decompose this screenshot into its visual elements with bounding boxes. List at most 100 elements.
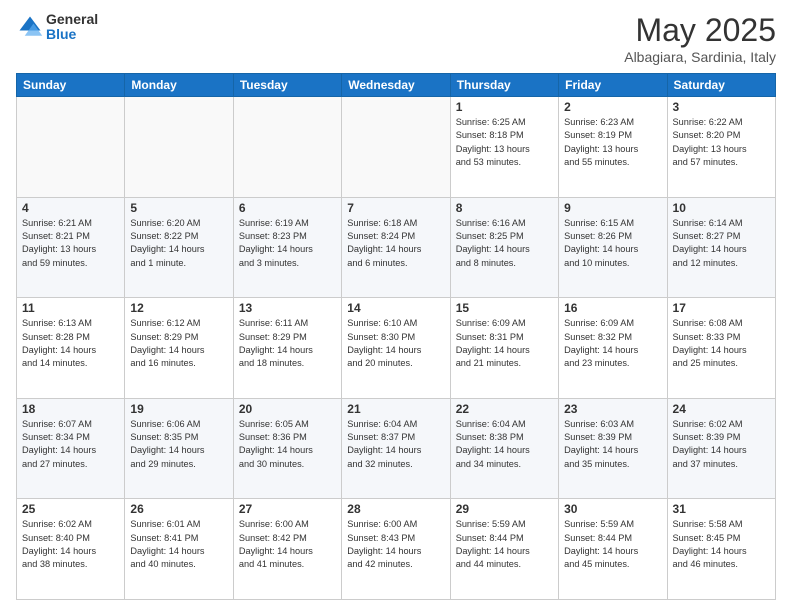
weekday-header-row: SundayMondayTuesdayWednesdayThursdayFrid… — [17, 74, 776, 97]
calendar-cell: 10 Sunrise: 6:14 AM Sunset: 8:27 PM Dayli… — [667, 197, 775, 298]
calendar-cell: 6 Sunrise: 6:19 AM Sunset: 8:23 PM Daylig… — [233, 197, 341, 298]
day-number: 15 — [456, 301, 553, 315]
calendar-cell: 25 Sunrise: 6:02 AM Sunset: 8:40 PM Dayli… — [17, 499, 125, 600]
day-info: Sunrise: 6:07 AM Sunset: 8:34 PM Dayligh… — [22, 418, 119, 471]
day-info: Sunrise: 6:02 AM Sunset: 8:40 PM Dayligh… — [22, 518, 119, 571]
calendar-cell: 11 Sunrise: 6:13 AM Sunset: 8:28 PM Dayli… — [17, 298, 125, 399]
weekday-wednesday: Wednesday — [342, 74, 450, 97]
calendar-cell: 9Sunrise: 6:15 AM Sunset: 8:26 PM Daylig… — [559, 197, 667, 298]
day-number: 24 — [673, 402, 770, 416]
day-number: 28 — [347, 502, 444, 516]
calendar-week-0: 1 Sunrise: 6:25 AM Sunset: 8:18 PM Daylig… — [17, 97, 776, 198]
calendar-cell: 5Sunrise: 6:20 AM Sunset: 8:22 PM Daylig… — [125, 197, 233, 298]
calendar-table: SundayMondayTuesdayWednesdayThursdayFrid… — [16, 73, 776, 600]
day-number: 29 — [456, 502, 553, 516]
day-number: 27 — [239, 502, 336, 516]
day-number: 14 — [347, 301, 444, 315]
day-number: 13 — [239, 301, 336, 315]
day-info: Sunrise: 6:13 AM Sunset: 8:28 PM Dayligh… — [22, 317, 119, 370]
header: General Blue May 2025 Albagiara, Sardini… — [16, 12, 776, 65]
calendar-week-3: 18 Sunrise: 6:07 AM Sunset: 8:34 PM Dayli… — [17, 398, 776, 499]
day-number: 4 — [22, 201, 119, 215]
day-info: Sunrise: 6:25 AM Sunset: 8:18 PM Dayligh… — [456, 116, 553, 169]
calendar-cell: 13 Sunrise: 6:11 AM Sunset: 8:29 PM Dayli… — [233, 298, 341, 399]
day-info: Sunrise: 6:23 AM Sunset: 8:19 PM Dayligh… — [564, 116, 661, 169]
day-number: 18 — [22, 402, 119, 416]
calendar-week-4: 25 Sunrise: 6:02 AM Sunset: 8:40 PM Dayli… — [17, 499, 776, 600]
calendar-cell: 23 Sunrise: 6:03 AM Sunset: 8:39 PM Dayli… — [559, 398, 667, 499]
day-info: Sunrise: 6:10 AM Sunset: 8:30 PM Dayligh… — [347, 317, 444, 370]
location: Albagiara, Sardinia, Italy — [624, 49, 776, 65]
day-info: Sunrise: 6:04 AM Sunset: 8:38 PM Dayligh… — [456, 418, 553, 471]
day-info: Sunrise: 6:19 AM Sunset: 8:23 PM Dayligh… — [239, 217, 336, 270]
day-number: 19 — [130, 402, 227, 416]
day-info: Sunrise: 6:08 AM Sunset: 8:33 PM Dayligh… — [673, 317, 770, 370]
day-number: 21 — [347, 402, 444, 416]
day-info: Sunrise: 5:59 AM Sunset: 8:44 PM Dayligh… — [456, 518, 553, 571]
day-number: 8 — [456, 201, 553, 215]
day-info: Sunrise: 6:14 AM Sunset: 8:27 PM Dayligh… — [673, 217, 770, 270]
day-number: 31 — [673, 502, 770, 516]
day-number: 25 — [22, 502, 119, 516]
day-number: 10 — [673, 201, 770, 215]
day-number: 1 — [456, 100, 553, 114]
calendar-cell: 8 Sunrise: 6:16 AM Sunset: 8:25 PM Daylig… — [450, 197, 558, 298]
calendar-cell: 14 Sunrise: 6:10 AM Sunset: 8:30 PM Dayli… — [342, 298, 450, 399]
calendar-cell: 1 Sunrise: 6:25 AM Sunset: 8:18 PM Daylig… — [450, 97, 558, 198]
day-info: Sunrise: 6:03 AM Sunset: 8:39 PM Dayligh… — [564, 418, 661, 471]
day-info: Sunrise: 6:16 AM Sunset: 8:25 PM Dayligh… — [456, 217, 553, 270]
day-number: 23 — [564, 402, 661, 416]
calendar-cell: 15 Sunrise: 6:09 AM Sunset: 8:31 PM Dayli… — [450, 298, 558, 399]
day-info: Sunrise: 6:02 AM Sunset: 8:39 PM Dayligh… — [673, 418, 770, 471]
calendar-cell: 18 Sunrise: 6:07 AM Sunset: 8:34 PM Dayli… — [17, 398, 125, 499]
calendar-cell: 20 Sunrise: 6:05 AM Sunset: 8:36 PM Dayli… — [233, 398, 341, 499]
calendar-header: SundayMondayTuesdayWednesdayThursdayFrid… — [17, 74, 776, 97]
day-info: Sunrise: 6:06 AM Sunset: 8:35 PM Dayligh… — [130, 418, 227, 471]
day-number: 9 — [564, 201, 661, 215]
day-info: Sunrise: 6:11 AM Sunset: 8:29 PM Dayligh… — [239, 317, 336, 370]
month-title: May 2025 — [624, 12, 776, 49]
calendar-cell: 31 Sunrise: 5:58 AM Sunset: 8:45 PM Dayli… — [667, 499, 775, 600]
day-info: Sunrise: 6:12 AM Sunset: 8:29 PM Dayligh… — [130, 317, 227, 370]
day-number: 3 — [673, 100, 770, 114]
calendar-cell: 29 Sunrise: 5:59 AM Sunset: 8:44 PM Dayli… — [450, 499, 558, 600]
title-section: May 2025 Albagiara, Sardinia, Italy — [624, 12, 776, 65]
calendar-cell: 24 Sunrise: 6:02 AM Sunset: 8:39 PM Dayli… — [667, 398, 775, 499]
calendar-cell: 17Sunrise: 6:08 AM Sunset: 8:33 PM Dayli… — [667, 298, 775, 399]
day-number: 2 — [564, 100, 661, 114]
day-number: 26 — [130, 502, 227, 516]
page: General Blue May 2025 Albagiara, Sardini… — [0, 0, 792, 612]
day-info: Sunrise: 6:00 AM Sunset: 8:43 PM Dayligh… — [347, 518, 444, 571]
day-info: Sunrise: 6:05 AM Sunset: 8:36 PM Dayligh… — [239, 418, 336, 471]
weekday-friday: Friday — [559, 74, 667, 97]
day-number: 11 — [22, 301, 119, 315]
day-info: Sunrise: 6:22 AM Sunset: 8:20 PM Dayligh… — [673, 116, 770, 169]
calendar-cell — [17, 97, 125, 198]
day-info: Sunrise: 6:18 AM Sunset: 8:24 PM Dayligh… — [347, 217, 444, 270]
calendar-body: 1 Sunrise: 6:25 AM Sunset: 8:18 PM Daylig… — [17, 97, 776, 600]
calendar-cell — [125, 97, 233, 198]
calendar-cell: 27 Sunrise: 6:00 AM Sunset: 8:42 PM Dayli… — [233, 499, 341, 600]
day-number: 7 — [347, 201, 444, 215]
day-info: Sunrise: 6:09 AM Sunset: 8:31 PM Dayligh… — [456, 317, 553, 370]
day-number: 20 — [239, 402, 336, 416]
calendar-cell: 22 Sunrise: 6:04 AM Sunset: 8:38 PM Dayli… — [450, 398, 558, 499]
day-info: Sunrise: 5:58 AM Sunset: 8:45 PM Dayligh… — [673, 518, 770, 571]
calendar-cell: 16Sunrise: 6:09 AM Sunset: 8:32 PM Dayli… — [559, 298, 667, 399]
calendar-cell: 7 Sunrise: 6:18 AM Sunset: 8:24 PM Daylig… — [342, 197, 450, 298]
calendar-cell — [342, 97, 450, 198]
calendar-cell: 12Sunrise: 6:12 AM Sunset: 8:29 PM Dayli… — [125, 298, 233, 399]
calendar-cell: 26 Sunrise: 6:01 AM Sunset: 8:41 PM Dayli… — [125, 499, 233, 600]
day-number: 22 — [456, 402, 553, 416]
calendar-cell: 21Sunrise: 6:04 AM Sunset: 8:37 PM Dayli… — [342, 398, 450, 499]
day-info: Sunrise: 6:01 AM Sunset: 8:41 PM Dayligh… — [130, 518, 227, 571]
day-number: 5 — [130, 201, 227, 215]
day-info: Sunrise: 6:00 AM Sunset: 8:42 PM Dayligh… — [239, 518, 336, 571]
weekday-thursday: Thursday — [450, 74, 558, 97]
day-info: Sunrise: 5:59 AM Sunset: 8:44 PM Dayligh… — [564, 518, 661, 571]
weekday-saturday: Saturday — [667, 74, 775, 97]
logo-text: General Blue — [46, 12, 98, 43]
calendar-cell: 2 Sunrise: 6:23 AM Sunset: 8:19 PM Daylig… — [559, 97, 667, 198]
calendar-week-1: 4Sunrise: 6:21 AM Sunset: 8:21 PM Daylig… — [17, 197, 776, 298]
day-number: 6 — [239, 201, 336, 215]
